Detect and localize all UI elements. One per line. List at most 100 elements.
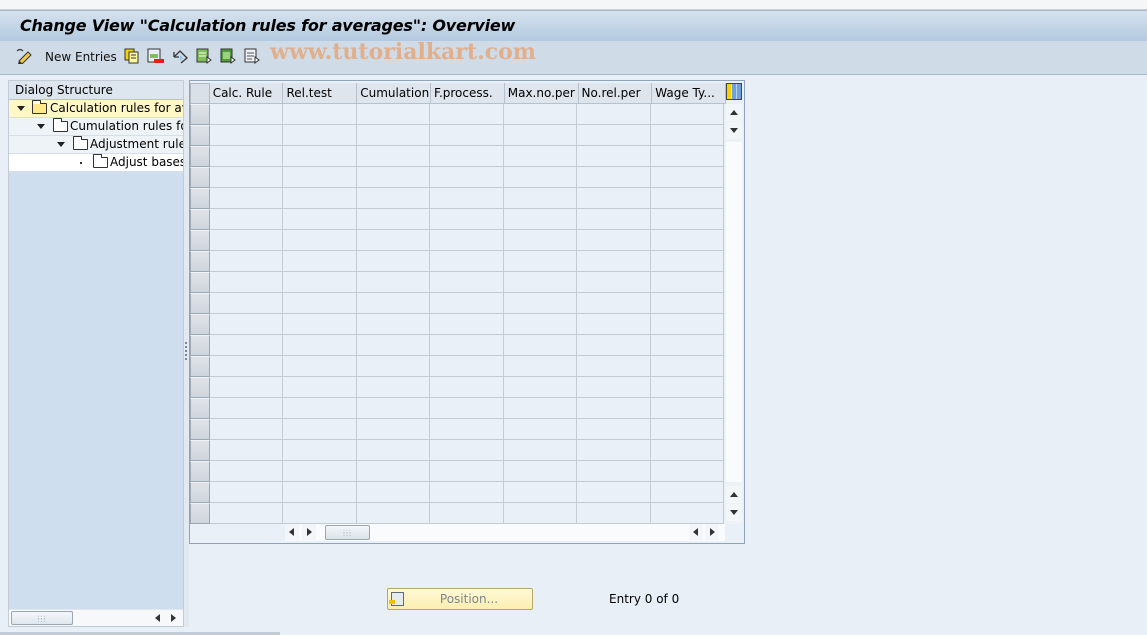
expand-triangle-icon[interactable] [37, 124, 45, 129]
table-cell[interactable] [650, 314, 725, 335]
table-cell[interactable] [283, 272, 357, 293]
table-cell[interactable] [503, 503, 578, 524]
table-cell[interactable] [283, 293, 357, 314]
table-cell[interactable] [650, 377, 725, 398]
delete-button[interactable] [147, 48, 165, 66]
table-cell[interactable] [209, 272, 284, 293]
table-cell[interactable] [650, 104, 725, 125]
table-cell[interactable] [430, 230, 504, 251]
table-cell[interactable] [209, 503, 284, 524]
table-cell[interactable] [209, 167, 284, 188]
table-cell[interactable] [577, 230, 651, 251]
table-cell[interactable] [503, 314, 578, 335]
table-cell[interactable] [577, 314, 651, 335]
table-cell[interactable] [577, 125, 651, 146]
new-entries-button[interactable]: New Entries [45, 48, 117, 66]
table-cell[interactable] [650, 251, 725, 272]
table-cell[interactable] [430, 461, 504, 482]
scroll-page-down-button[interactable] [726, 504, 742, 521]
table-cell[interactable] [503, 104, 578, 125]
table-cell[interactable] [209, 209, 284, 230]
row-selector[interactable] [190, 377, 210, 398]
table-cell[interactable] [209, 125, 284, 146]
undo-change-button[interactable] [172, 48, 190, 66]
table-cell[interactable] [356, 314, 431, 335]
table-cell[interactable] [356, 461, 431, 482]
table-cell[interactable] [503, 482, 578, 503]
table-cell[interactable] [503, 209, 578, 230]
tree-item-adjustment-rules[interactable]: Adjustment rules [9, 136, 183, 154]
row-selector[interactable] [190, 293, 210, 314]
table-cell[interactable] [650, 419, 725, 440]
scroll-thumb[interactable]: :::::: [11, 611, 73, 625]
table-cell[interactable] [430, 314, 504, 335]
column-header-rel-test[interactable]: Rel.test [283, 83, 358, 104]
column-header-calc-rule[interactable]: Calc. Rule [210, 83, 284, 104]
table-cell[interactable] [356, 398, 431, 419]
table-cell[interactable] [430, 146, 504, 167]
position-button[interactable]: Position... [387, 588, 533, 610]
table-cell[interactable] [430, 398, 504, 419]
table-cell[interactable] [577, 209, 651, 230]
table-cell[interactable] [209, 104, 284, 125]
row-selector[interactable] [190, 398, 210, 419]
table-cell[interactable] [430, 419, 504, 440]
tree-item-adjust-bases[interactable]: Adjust bases [9, 154, 183, 172]
scroll-column-right-button[interactable] [705, 524, 719, 540]
scroll-up-button[interactable] [726, 104, 742, 121]
table-cell[interactable] [650, 440, 725, 461]
table-cell[interactable] [577, 356, 651, 377]
table-cell[interactable] [209, 440, 284, 461]
table-cell[interactable] [356, 230, 431, 251]
table-cell[interactable] [577, 146, 651, 167]
table-cell[interactable] [209, 482, 284, 503]
table-cell[interactable] [283, 419, 357, 440]
table-cell[interactable] [503, 377, 578, 398]
table-cell[interactable] [283, 377, 357, 398]
table-cell[interactable] [283, 209, 357, 230]
table-cell[interactable] [356, 209, 431, 230]
table-cell[interactable] [356, 419, 431, 440]
table-cell[interactable] [209, 461, 284, 482]
table-cell[interactable] [430, 503, 504, 524]
row-selector[interactable] [190, 209, 210, 230]
table-cell[interactable] [650, 125, 725, 146]
column-header-no-rel-per[interactable]: No.rel.per [579, 83, 653, 104]
table-cell[interactable] [430, 167, 504, 188]
table-vscrollbar[interactable] [725, 104, 743, 524]
select-block-button[interactable] [220, 48, 236, 66]
scroll-left-icon[interactable] [155, 614, 160, 622]
table-cell[interactable] [577, 377, 651, 398]
table-cell[interactable] [283, 314, 357, 335]
expand-triangle-icon[interactable] [57, 142, 65, 147]
table-cell[interactable] [283, 230, 357, 251]
table-cell[interactable] [209, 188, 284, 209]
row-selector[interactable] [190, 125, 210, 146]
table-cell[interactable] [283, 335, 357, 356]
scroll-column-left-button[interactable] [689, 524, 703, 540]
table-cell[interactable] [283, 482, 357, 503]
table-cell[interactable] [650, 209, 725, 230]
table-cell[interactable] [503, 125, 578, 146]
table-cell[interactable] [356, 272, 431, 293]
scroll-right-button[interactable] [302, 524, 316, 540]
table-cell[interactable] [430, 293, 504, 314]
table-cell[interactable] [650, 188, 725, 209]
table-cell[interactable] [209, 398, 284, 419]
table-cell[interactable] [577, 167, 651, 188]
row-selector[interactable] [190, 230, 210, 251]
table-cell[interactable] [356, 146, 431, 167]
table-cell[interactable] [209, 356, 284, 377]
table-cell[interactable] [503, 440, 578, 461]
deselect-all-button[interactable] [244, 48, 260, 66]
table-cell[interactable] [283, 104, 357, 125]
row-selector[interactable] [190, 356, 210, 377]
select-all-rows-corner[interactable] [190, 83, 210, 104]
column-header-cumulation[interactable]: Cumulation [357, 83, 431, 104]
table-cell[interactable] [430, 272, 504, 293]
table-cell[interactable] [503, 146, 578, 167]
table-settings-icon[interactable] [726, 83, 742, 100]
table-cell[interactable] [430, 440, 504, 461]
column-header-f-process[interactable]: F.process. [431, 83, 505, 104]
table-cell[interactable] [430, 188, 504, 209]
